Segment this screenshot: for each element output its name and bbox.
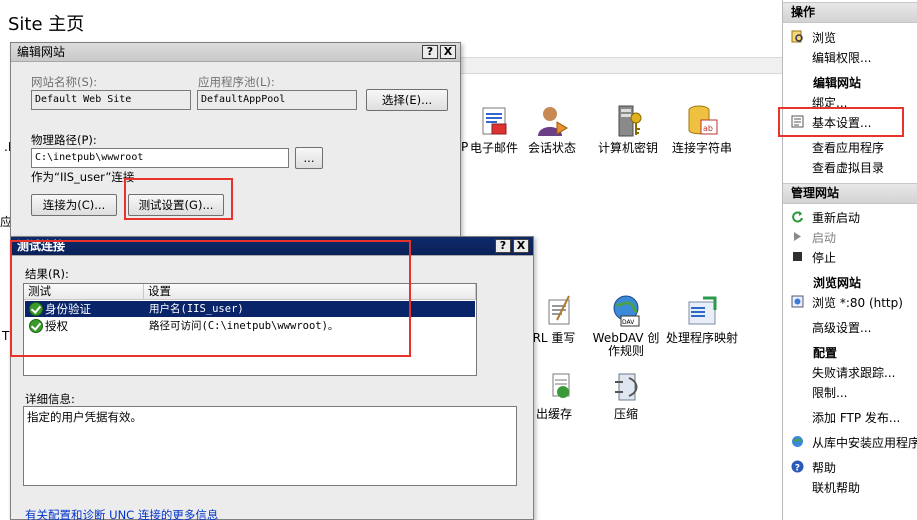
action-add-ftp-publishing[interactable]: 添加 FTP 发布...: [812, 409, 900, 426]
action-failed-request-tracing[interactable]: 失败请求跟踪...: [812, 364, 895, 381]
svg-text:ab: ab: [703, 124, 713, 133]
compression-icon: [615, 373, 638, 401]
restart-icon: [792, 211, 803, 223]
physical-path-label: 物理路径(P):: [31, 133, 97, 147]
feature-compression[interactable]: 压缩: [590, 370, 662, 421]
stop-icon: [793, 252, 802, 261]
success-check-icon: [29, 302, 43, 316]
success-check-icon: [29, 319, 43, 333]
test-connection-title: 测试连接: [11, 237, 533, 256]
action-stop[interactable]: 停止: [812, 249, 836, 266]
feature-session-label: 会话状态: [527, 141, 576, 155]
action-bindings[interactable]: 绑定...: [812, 94, 847, 111]
feature-machine-key[interactable]: 计算机密钥: [592, 104, 664, 155]
svg-text:DAV: DAV: [622, 319, 635, 326]
output-cache-icon: [552, 373, 570, 398]
results-list[interactable]: 测试 设置 身份验证 用户名(IIS_user) 授权 路径可访问(C:\ine…: [23, 283, 477, 376]
connect-as-text: 作为“IIS_user”连接: [31, 170, 135, 184]
result-test-name: 授权: [45, 319, 68, 333]
result-setting: 用户名(IIS_user): [149, 303, 244, 315]
action-limits[interactable]: 限制...: [812, 384, 847, 401]
feature-session-state[interactable]: 会话状态: [516, 104, 588, 155]
browse-site-icon: [791, 295, 804, 308]
connection-string-icon: ab: [688, 105, 718, 135]
email-icon: [482, 107, 507, 135]
action-basic-settings[interactable]: 基本设置...: [812, 114, 871, 131]
help-icon[interactable]: ?: [422, 45, 438, 59]
feature-email-prefix: P: [461, 140, 469, 154]
details-label: 详细信息:: [25, 392, 75, 406]
result-row[interactable]: 授权 路径可访问(C:\inetpub\wwwroot)。: [25, 318, 475, 334]
site-name-label: 网站名称(S):: [31, 75, 98, 89]
feature-handler-mappings[interactable]: 处理程序映射: [666, 294, 738, 345]
manage-site-header: 管理网站: [783, 183, 917, 204]
handler-mappings-icon: [688, 296, 717, 325]
browse-path-button[interactable]: ...: [295, 147, 323, 169]
app-pool-field[interactable]: DefaultAppPool: [197, 90, 357, 110]
column-header-test[interactable]: 测试: [24, 284, 144, 300]
close-icon[interactable]: X: [513, 239, 529, 253]
feature-handler-mappings-label: 处理程序映射: [666, 331, 739, 345]
help-icon[interactable]: ?: [495, 239, 511, 253]
feature-partial-label: T: [2, 329, 10, 343]
feature-compression-label: 压缩: [613, 407, 638, 421]
result-row[interactable]: 身份验证 用户名(IIS_user): [25, 301, 475, 317]
action-edit-permissions[interactable]: 编辑权限...: [812, 49, 871, 66]
gallery-install-icon: [792, 436, 803, 447]
feature-webdav[interactable]: DAV WebDAV 创作规则: [590, 294, 662, 358]
user-session-icon: [538, 107, 568, 136]
unc-more-info-link[interactable]: 有关配置和诊断 UNC 连接的更多信息: [25, 507, 218, 520]
site-name-field[interactable]: Default Web Site: [31, 90, 191, 110]
action-install-from-gallery[interactable]: 从库中安装应用程序: [812, 434, 917, 451]
connect-as-button[interactable]: 连接为(C)...: [31, 194, 117, 216]
physical-path-input[interactable]: C:\inetpub\wwwroot: [31, 148, 289, 168]
feature-connection-strings[interactable]: ab 连接字符串: [666, 104, 738, 155]
column-header-setting[interactable]: 设置: [144, 284, 476, 300]
feature-toolbar: [460, 57, 782, 74]
start-icon: [794, 232, 801, 241]
result-setting: 路径可访问(C:\inetpub\wwwroot)。: [149, 320, 339, 332]
browse-icon: [791, 30, 803, 43]
feature-webdav-label: WebDAV 创作规则: [592, 331, 660, 358]
action-restart[interactable]: 重新启动: [812, 209, 860, 226]
test-settings-button[interactable]: 测试设置(G)...: [128, 194, 224, 216]
action-online-help[interactable]: 联机帮助: [812, 479, 860, 496]
svg-text:?: ?: [795, 464, 800, 474]
app-pool-label: 应用程序池(L):: [198, 75, 275, 89]
actions-pane: 操作 浏览 编辑权限... 编辑网站 绑定... 基本设置... 查看应用程序 …: [782, 0, 917, 520]
basic-settings-icon: [791, 115, 804, 128]
action-start[interactable]: 启动: [812, 229, 836, 246]
feature-connection-strings-label: 连接字符串: [671, 141, 732, 155]
test-connection-dialog: 测试连接 ? X 结果(R): 测试 设置 身份验证 用户名(IIS_user)…: [10, 236, 534, 520]
action-view-virtual-directories[interactable]: 查看虚拟目录: [812, 159, 884, 176]
results-label: 结果(R):: [25, 267, 69, 281]
action-view-applications[interactable]: 查看应用程序: [812, 139, 884, 156]
feature-machine-key-label: 计算机密钥: [597, 141, 658, 155]
edit-site-title: 编辑网站: [11, 43, 460, 62]
close-icon[interactable]: X: [440, 45, 456, 59]
section-configure: 配置: [813, 346, 838, 360]
help-icon: ?: [791, 460, 804, 473]
webdav-globe-icon: DAV: [613, 295, 640, 327]
action-browse[interactable]: 浏览: [812, 29, 836, 46]
details-text-box[interactable]: 指定的用户凭据有效。: [23, 406, 517, 486]
result-test-name: 身份验证: [45, 302, 91, 316]
page-title: Site 主页: [8, 14, 85, 35]
details-text: 指定的用户凭据有效。: [27, 410, 142, 424]
actions-header: 操作: [783, 2, 917, 23]
action-advanced-settings[interactable]: 高级设置...: [812, 319, 871, 336]
select-app-pool-button[interactable]: 选择(E)...: [366, 89, 448, 111]
section-edit-site: 编辑网站: [813, 76, 862, 90]
section-browse-site: 浏览网站: [813, 276, 862, 290]
action-browse-port-80[interactable]: 浏览 *:80 (http): [812, 294, 903, 311]
url-rewrite-icon: [548, 295, 570, 325]
action-help[interactable]: 帮助: [812, 459, 836, 476]
machine-key-icon: [618, 105, 642, 137]
